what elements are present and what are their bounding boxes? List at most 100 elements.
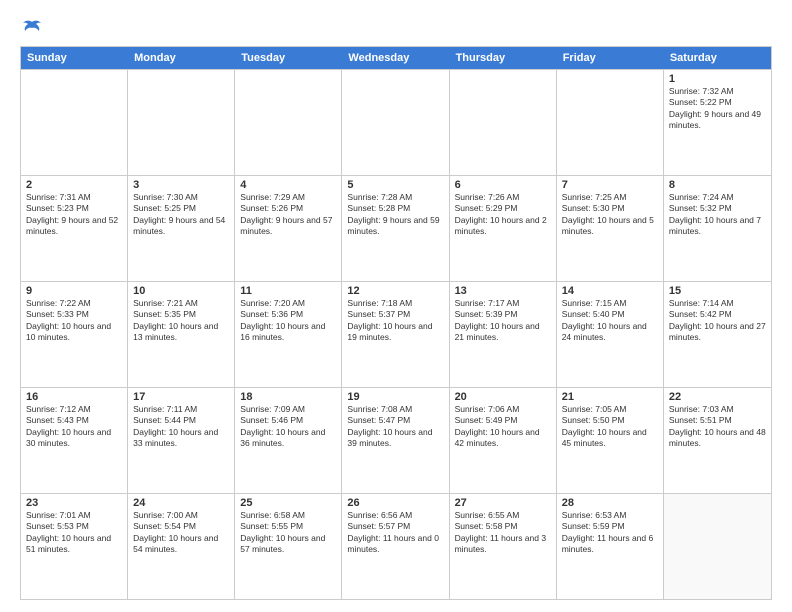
day-info: Sunrise: 7:08 AM Sunset: 5:47 PM Dayligh… bbox=[347, 404, 443, 450]
day-of-week-header: Tuesday bbox=[235, 47, 342, 69]
day-number: 25 bbox=[240, 497, 336, 509]
day-info: Sunrise: 7:31 AM Sunset: 5:23 PM Dayligh… bbox=[26, 192, 122, 238]
day-info: Sunrise: 7:17 AM Sunset: 5:39 PM Dayligh… bbox=[455, 298, 551, 344]
day-number: 12 bbox=[347, 285, 443, 297]
calendar-day-cell: 26Sunrise: 6:56 AM Sunset: 5:57 PM Dayli… bbox=[342, 494, 449, 599]
calendar-day-cell: 27Sunrise: 6:55 AM Sunset: 5:58 PM Dayli… bbox=[450, 494, 557, 599]
day-info: Sunrise: 7:26 AM Sunset: 5:29 PM Dayligh… bbox=[455, 192, 551, 238]
day-info: Sunrise: 7:32 AM Sunset: 5:22 PM Dayligh… bbox=[669, 86, 766, 132]
calendar: SundayMondayTuesdayWednesdayThursdayFrid… bbox=[20, 46, 772, 600]
day-number: 23 bbox=[26, 497, 122, 509]
calendar-week-row: 1Sunrise: 7:32 AM Sunset: 5:22 PM Daylig… bbox=[21, 69, 771, 175]
calendar-day-cell: 7Sunrise: 7:25 AM Sunset: 5:30 PM Daylig… bbox=[557, 176, 664, 281]
day-number: 11 bbox=[240, 285, 336, 297]
calendar-day-cell bbox=[664, 494, 771, 599]
calendar-week-row: 9Sunrise: 7:22 AM Sunset: 5:33 PM Daylig… bbox=[21, 281, 771, 387]
day-number: 6 bbox=[455, 179, 551, 191]
day-number: 24 bbox=[133, 497, 229, 509]
calendar-day-cell: 6Sunrise: 7:26 AM Sunset: 5:29 PM Daylig… bbox=[450, 176, 557, 281]
calendar-day-cell: 8Sunrise: 7:24 AM Sunset: 5:32 PM Daylig… bbox=[664, 176, 771, 281]
day-info: Sunrise: 7:20 AM Sunset: 5:36 PM Dayligh… bbox=[240, 298, 336, 344]
logo-bird-icon bbox=[21, 20, 43, 38]
calendar-day-cell: 28Sunrise: 6:53 AM Sunset: 5:59 PM Dayli… bbox=[557, 494, 664, 599]
day-number: 8 bbox=[669, 179, 766, 191]
day-number: 13 bbox=[455, 285, 551, 297]
day-number: 17 bbox=[133, 391, 229, 403]
day-info: Sunrise: 7:25 AM Sunset: 5:30 PM Dayligh… bbox=[562, 192, 658, 238]
calendar-day-cell bbox=[128, 70, 235, 175]
day-info: Sunrise: 7:30 AM Sunset: 5:25 PM Dayligh… bbox=[133, 192, 229, 238]
day-of-week-header: Saturday bbox=[664, 47, 771, 69]
day-info: Sunrise: 6:53 AM Sunset: 5:59 PM Dayligh… bbox=[562, 510, 658, 556]
calendar-day-cell: 23Sunrise: 7:01 AM Sunset: 5:53 PM Dayli… bbox=[21, 494, 128, 599]
day-number: 15 bbox=[669, 285, 766, 297]
calendar-day-cell: 9Sunrise: 7:22 AM Sunset: 5:33 PM Daylig… bbox=[21, 282, 128, 387]
calendar-day-cell: 18Sunrise: 7:09 AM Sunset: 5:46 PM Dayli… bbox=[235, 388, 342, 493]
day-of-week-header: Monday bbox=[128, 47, 235, 69]
calendar-week-row: 16Sunrise: 7:12 AM Sunset: 5:43 PM Dayli… bbox=[21, 387, 771, 493]
calendar-day-cell: 1Sunrise: 7:32 AM Sunset: 5:22 PM Daylig… bbox=[664, 70, 771, 175]
day-number: 27 bbox=[455, 497, 551, 509]
day-number: 28 bbox=[562, 497, 658, 509]
calendar-day-cell: 22Sunrise: 7:03 AM Sunset: 5:51 PM Dayli… bbox=[664, 388, 771, 493]
logo bbox=[20, 20, 43, 36]
calendar-day-cell: 11Sunrise: 7:20 AM Sunset: 5:36 PM Dayli… bbox=[235, 282, 342, 387]
calendar-day-cell: 25Sunrise: 6:58 AM Sunset: 5:55 PM Dayli… bbox=[235, 494, 342, 599]
day-number: 10 bbox=[133, 285, 229, 297]
calendar-day-cell: 21Sunrise: 7:05 AM Sunset: 5:50 PM Dayli… bbox=[557, 388, 664, 493]
calendar-day-cell: 16Sunrise: 7:12 AM Sunset: 5:43 PM Dayli… bbox=[21, 388, 128, 493]
day-info: Sunrise: 7:00 AM Sunset: 5:54 PM Dayligh… bbox=[133, 510, 229, 556]
day-number: 21 bbox=[562, 391, 658, 403]
calendar-day-cell: 19Sunrise: 7:08 AM Sunset: 5:47 PM Dayli… bbox=[342, 388, 449, 493]
day-info: Sunrise: 7:14 AM Sunset: 5:42 PM Dayligh… bbox=[669, 298, 766, 344]
day-info: Sunrise: 7:24 AM Sunset: 5:32 PM Dayligh… bbox=[669, 192, 766, 238]
calendar-day-cell bbox=[557, 70, 664, 175]
day-of-week-header: Wednesday bbox=[342, 47, 449, 69]
day-info: Sunrise: 7:09 AM Sunset: 5:46 PM Dayligh… bbox=[240, 404, 336, 450]
day-number: 19 bbox=[347, 391, 443, 403]
calendar-day-cell: 20Sunrise: 7:06 AM Sunset: 5:49 PM Dayli… bbox=[450, 388, 557, 493]
day-info: Sunrise: 7:18 AM Sunset: 5:37 PM Dayligh… bbox=[347, 298, 443, 344]
day-info: Sunrise: 7:28 AM Sunset: 5:28 PM Dayligh… bbox=[347, 192, 443, 238]
calendar-day-headers: SundayMondayTuesdayWednesdayThursdayFrid… bbox=[21, 47, 771, 69]
calendar-day-cell bbox=[21, 70, 128, 175]
day-info: Sunrise: 6:58 AM Sunset: 5:55 PM Dayligh… bbox=[240, 510, 336, 556]
calendar-day-cell: 14Sunrise: 7:15 AM Sunset: 5:40 PM Dayli… bbox=[557, 282, 664, 387]
day-of-week-header: Sunday bbox=[21, 47, 128, 69]
day-number: 22 bbox=[669, 391, 766, 403]
day-number: 16 bbox=[26, 391, 122, 403]
calendar-day-cell: 13Sunrise: 7:17 AM Sunset: 5:39 PM Dayli… bbox=[450, 282, 557, 387]
calendar-day-cell: 17Sunrise: 7:11 AM Sunset: 5:44 PM Dayli… bbox=[128, 388, 235, 493]
calendar-day-cell bbox=[342, 70, 449, 175]
day-info: Sunrise: 7:05 AM Sunset: 5:50 PM Dayligh… bbox=[562, 404, 658, 450]
day-info: Sunrise: 6:55 AM Sunset: 5:58 PM Dayligh… bbox=[455, 510, 551, 556]
day-of-week-header: Friday bbox=[557, 47, 664, 69]
day-info: Sunrise: 7:01 AM Sunset: 5:53 PM Dayligh… bbox=[26, 510, 122, 556]
day-number: 14 bbox=[562, 285, 658, 297]
day-number: 18 bbox=[240, 391, 336, 403]
day-info: Sunrise: 7:12 AM Sunset: 5:43 PM Dayligh… bbox=[26, 404, 122, 450]
calendar-day-cell: 4Sunrise: 7:29 AM Sunset: 5:26 PM Daylig… bbox=[235, 176, 342, 281]
calendar-day-cell bbox=[235, 70, 342, 175]
calendar-header bbox=[20, 16, 772, 36]
calendar-day-cell: 2Sunrise: 7:31 AM Sunset: 5:23 PM Daylig… bbox=[21, 176, 128, 281]
day-info: Sunrise: 7:03 AM Sunset: 5:51 PM Dayligh… bbox=[669, 404, 766, 450]
calendar-day-cell: 10Sunrise: 7:21 AM Sunset: 5:35 PM Dayli… bbox=[128, 282, 235, 387]
calendar-day-cell: 15Sunrise: 7:14 AM Sunset: 5:42 PM Dayli… bbox=[664, 282, 771, 387]
calendar-day-cell: 5Sunrise: 7:28 AM Sunset: 5:28 PM Daylig… bbox=[342, 176, 449, 281]
day-number: 26 bbox=[347, 497, 443, 509]
calendar-day-cell bbox=[450, 70, 557, 175]
calendar-week-row: 23Sunrise: 7:01 AM Sunset: 5:53 PM Dayli… bbox=[21, 493, 771, 599]
day-info: Sunrise: 6:56 AM Sunset: 5:57 PM Dayligh… bbox=[347, 510, 443, 556]
calendar-day-cell: 12Sunrise: 7:18 AM Sunset: 5:37 PM Dayli… bbox=[342, 282, 449, 387]
calendar-body: 1Sunrise: 7:32 AM Sunset: 5:22 PM Daylig… bbox=[21, 69, 771, 599]
day-number: 1 bbox=[669, 73, 766, 85]
day-info: Sunrise: 7:15 AM Sunset: 5:40 PM Dayligh… bbox=[562, 298, 658, 344]
day-number: 20 bbox=[455, 391, 551, 403]
day-number: 9 bbox=[26, 285, 122, 297]
day-info: Sunrise: 7:06 AM Sunset: 5:49 PM Dayligh… bbox=[455, 404, 551, 450]
day-number: 4 bbox=[240, 179, 336, 191]
calendar-day-cell: 24Sunrise: 7:00 AM Sunset: 5:54 PM Dayli… bbox=[128, 494, 235, 599]
day-number: 5 bbox=[347, 179, 443, 191]
day-number: 3 bbox=[133, 179, 229, 191]
